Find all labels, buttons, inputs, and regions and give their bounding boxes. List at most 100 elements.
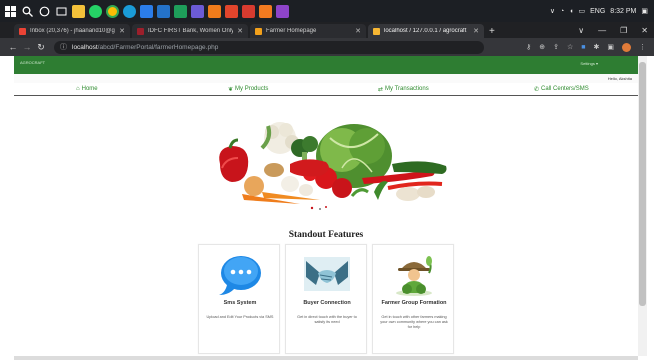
task-view-icon[interactable]	[38, 5, 51, 18]
app-icon-orange[interactable]	[208, 4, 221, 18]
tab-search-chevron-icon[interactable]: ∨	[578, 26, 584, 35]
file-explorer-icon[interactable]	[72, 4, 85, 18]
window-left-margin	[0, 56, 14, 360]
profile-avatar[interactable]	[622, 42, 631, 52]
extension-icon[interactable]: ■	[581, 44, 585, 51]
nav-call-centers[interactable]: ✆ Call Centers/SMS	[534, 83, 589, 95]
new-tab-plus-icon[interactable]: +	[489, 24, 495, 38]
site-info-icon[interactable]: ⓘ	[60, 42, 67, 52]
minimize-icon[interactable]: —	[598, 26, 606, 35]
user-greeting: Hello, Akshita	[607, 76, 632, 81]
app-icon-red-2[interactable]	[242, 4, 255, 18]
nav-home-label: Home	[81, 86, 98, 92]
app-icon-orange-2[interactable]	[259, 4, 272, 18]
tab-label: Farmer Homepage	[266, 28, 317, 34]
windows-taskbar: ∨ ◔ ◖ ▭ ENG 8:32 PM ▣	[0, 0, 654, 22]
app-icon-purple[interactable]	[191, 4, 204, 18]
web-page: AGROCRAFT Settings ▾ Hello, Akshita ⌂ Ho…	[14, 56, 638, 356]
feature-card-sms[interactable]: Sms System Upload and Edit Your Products…	[198, 244, 280, 354]
reload-icon[interactable]: ↻	[34, 42, 48, 53]
window-right-margin	[647, 56, 654, 360]
search-icon[interactable]	[21, 5, 34, 18]
tray-time[interactable]: 8:32 PM	[610, 8, 636, 15]
network-icon[interactable]: ◔	[560, 8, 564, 15]
visual-studio-icon[interactable]	[276, 4, 289, 18]
close-icon[interactable]: ✕	[119, 27, 125, 35]
app-icon-red[interactable]	[225, 4, 238, 18]
notifications-icon[interactable]: ▣	[641, 7, 648, 15]
feature-card-title: Sms System	[223, 300, 257, 306]
scrollbar-thumb[interactable]	[639, 62, 646, 306]
chat-bubble-icon	[219, 256, 261, 295]
extensions-puzzle-icon[interactable]: ✱	[594, 43, 600, 51]
restore-icon[interactable]: ❐	[620, 26, 627, 35]
horizontal-scrollbar[interactable]	[14, 356, 638, 360]
nav-products-label: My Products	[235, 86, 269, 92]
nav-my-transactions[interactable]: ⇄ My Transactions	[378, 83, 429, 95]
close-icon[interactable]: ✕	[473, 27, 479, 35]
browser-tab-farmer-homepage[interactable]: Farmer Homepage ✕	[250, 24, 366, 38]
app-icon-blue[interactable]	[140, 4, 153, 18]
feature-card-title: Farmer Group Formation	[381, 300, 447, 306]
share-icon[interactable]: ⇪	[553, 43, 559, 51]
page-scrollbar[interactable]	[638, 56, 647, 356]
nav-home[interactable]: ⌂ Home	[76, 83, 98, 95]
bookmark-star-icon[interactable]: ☆	[567, 43, 573, 51]
side-panel-icon[interactable]: ▣	[607, 43, 614, 51]
feature-card-description: Upload and Edit Your Products via SMS	[206, 315, 274, 319]
edge-icon[interactable]	[123, 4, 136, 18]
home-icon: ⌂	[76, 86, 80, 92]
feature-card-description: Get in touch with other farmers making y…	[380, 315, 448, 329]
exchange-icon: ⇄	[378, 86, 384, 93]
key-icon[interactable]: ⚷	[526, 43, 531, 51]
features-title: Standout Features	[288, 230, 364, 240]
nav-call-centers-label: Call Centers/SMS	[541, 86, 589, 92]
chevron-up-icon[interactable]: ∨	[550, 7, 555, 15]
forward-arrow-icon[interactable]: →	[20, 42, 34, 52]
nav-my-products[interactable]: ❦ My Products	[228, 83, 268, 95]
tab-label: Inbox (20,376) - jhaanand10@g	[30, 28, 115, 34]
chrome-icon[interactable]	[106, 4, 119, 18]
browser-tab-strip: Inbox (20,376) - jhaanand10@g ✕ IDFC FIR…	[0, 22, 654, 38]
toolbar-actions: ⚷ ⊕ ⇪ ☆ ■ ✱ ▣ ⋮	[526, 38, 646, 56]
app-icon-green[interactable]	[174, 4, 187, 18]
system-tray: ∨ ◔ ◖ ▭ ENG 8:32 PM ▣	[550, 0, 648, 22]
close-icon[interactable]: ✕	[237, 27, 243, 35]
browser-tab-phpmyadmin[interactable]: localhost / 127.0.0.1 / agrocraft ✕	[368, 24, 484, 38]
close-window-icon[interactable]: ✕	[641, 26, 648, 35]
kebab-menu-icon[interactable]: ⋮	[639, 43, 646, 51]
address-bar[interactable]: ⓘ localhost /abcd/FarmerPortal/farmerHom…	[54, 40, 484, 54]
nav-transactions-label: My Transactions	[385, 86, 429, 92]
farmer-favicon-icon	[255, 27, 262, 35]
zoom-icon[interactable]: ⊕	[539, 43, 545, 51]
vscode-icon[interactable]	[157, 4, 170, 18]
feature-card-title: Buyer Connection	[303, 300, 351, 306]
idfc-favicon-icon	[137, 27, 144, 35]
tab-label: IDFC FIRST Bank, Women Only C	[148, 28, 234, 34]
handshake-icon	[304, 257, 350, 291]
vegetables-hero-image	[219, 122, 447, 210]
settings-dropdown[interactable]: Settings ▾	[580, 61, 598, 66]
site-header: AGROCRAFT Settings ▾	[14, 56, 638, 74]
battery-icon[interactable]: ▭	[579, 7, 586, 15]
phpmyadmin-favicon-icon	[373, 27, 380, 35]
widgets-icon[interactable]	[55, 5, 68, 18]
window-controls: ∨ — ❐ ✕	[578, 22, 648, 38]
leaf-icon: ❦	[228, 86, 234, 93]
browser-tab-gmail[interactable]: Inbox (20,376) - jhaanand10@g ✕	[14, 24, 130, 38]
whatsapp-icon[interactable]	[89, 4, 102, 18]
tray-language[interactable]: ENG	[590, 8, 605, 15]
gmail-favicon-icon	[19, 27, 26, 35]
site-brand[interactable]: AGROCRAFT	[20, 60, 45, 65]
back-arrow-icon[interactable]: ←	[6, 42, 20, 52]
feature-card-buyer-connection[interactable]: Buyer Connection Get in direct touch wit…	[285, 244, 367, 354]
farmer-mascot-icon	[396, 256, 432, 296]
feature-card-description: Get in direct touch with the buyer to sa…	[297, 315, 357, 324]
volume-icon[interactable]: ◖	[569, 8, 573, 15]
feature-card-farmer-group[interactable]: Farmer Group Formation Get in touch with…	[372, 244, 454, 354]
close-icon[interactable]: ✕	[355, 27, 361, 35]
url-path: /abcd/FarmerPortal/farmerHomepage.php	[97, 43, 219, 51]
browser-tab-idfc[interactable]: IDFC FIRST Bank, Women Only C ✕	[132, 24, 248, 38]
url-host: localhost	[72, 43, 98, 51]
windows-start-icon[interactable]	[4, 5, 17, 18]
